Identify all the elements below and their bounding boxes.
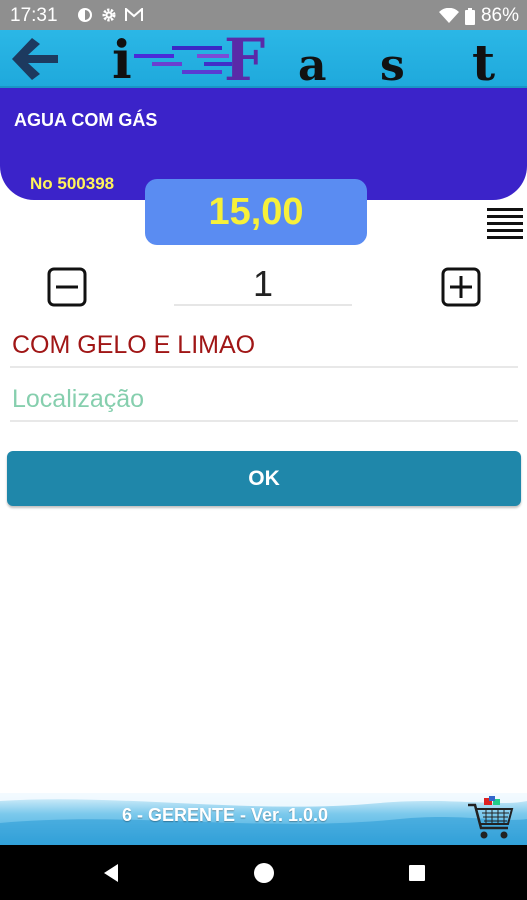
minus-square-icon[interactable] [47, 267, 87, 307]
circle-status-icon [78, 8, 92, 22]
product-price: 15,00 [208, 190, 304, 233]
home-circle-icon[interactable] [251, 860, 277, 886]
status-bar: 17:31 86% [0, 0, 527, 30]
order-number: No 500398 [30, 174, 115, 193]
screen: 17:31 86% i F a s t AGUA COM GÁS No 5003… [0, 0, 527, 900]
footer-bar: 6 - GERENTE - Ver. 1.0.0 [0, 793, 527, 845]
system-nav-bar [0, 845, 527, 900]
recent-square-icon[interactable] [404, 860, 430, 886]
price-badge: 15,00 [145, 179, 367, 245]
battery-icon [464, 7, 475, 25]
ok-button[interactable]: OK [7, 451, 521, 506]
status-icons [77, 7, 143, 23]
location-field[interactable]: Localização [10, 380, 518, 422]
quantity-value[interactable]: 1 [174, 262, 352, 306]
footer-text: 6 - GERENTE - Ver. 1.0.0 [121, 805, 329, 825]
logo-letter-i: i [112, 32, 132, 86]
observation-field[interactable]: COM GELO E LIMAO [10, 326, 518, 368]
app-logo: i - F a s t [112, 32, 495, 86]
gmail-icon [125, 8, 143, 21]
logo-letter-f: F [224, 32, 265, 86]
logo-letter-a: a [298, 40, 327, 86]
plus-square-icon[interactable] [441, 267, 481, 307]
arrow-left-icon[interactable] [6, 34, 62, 84]
back-triangle-icon[interactable] [98, 860, 124, 886]
status-right: 86% [438, 5, 519, 27]
wifi-icon [438, 8, 459, 23]
shopping-cart-icon[interactable] [466, 796, 516, 842]
gear-icon [102, 8, 116, 22]
app-header: i - F a s t [0, 30, 527, 88]
logo-letter-t: t [472, 33, 495, 86]
product-name: AGUA COM GÁS [14, 110, 158, 130]
battery-level: 86% [480, 5, 519, 26]
status-time: 17:31 [10, 5, 58, 26]
hamburger-menu-icon[interactable] [487, 208, 523, 240]
logo-letter-s: s [380, 40, 405, 86]
